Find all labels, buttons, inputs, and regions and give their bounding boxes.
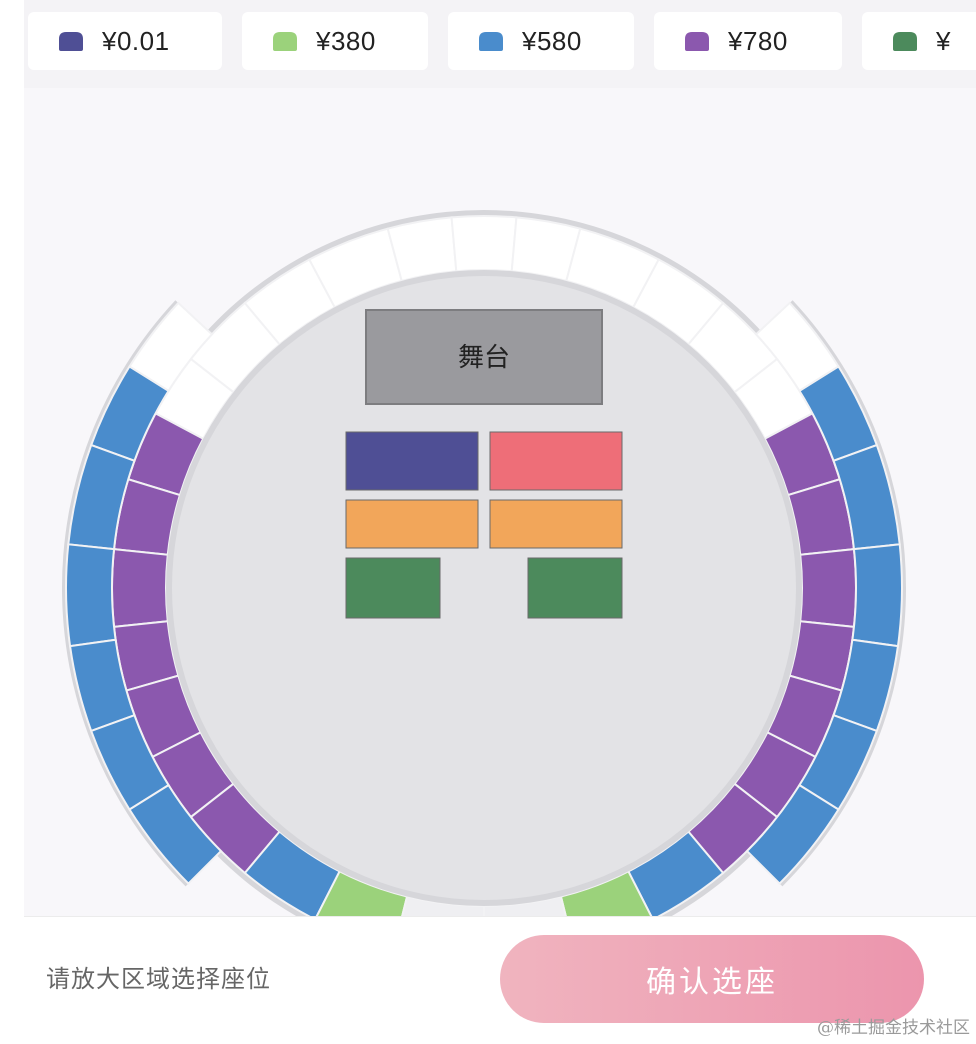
seat-icon [59, 32, 83, 51]
price-label: ¥0.01 [102, 25, 170, 56]
price-label: ¥380 [316, 25, 376, 56]
left-gutter [0, 0, 24, 1044]
price-label: ¥ [936, 25, 951, 56]
price-chip-1[interactable]: ¥380 [242, 12, 428, 70]
floor-zone-5[interactable] [527, 557, 623, 619]
seat-icon [479, 32, 503, 51]
watermark: @稀土掘金技术社区 [817, 1018, 970, 1038]
price-label: ¥780 [728, 25, 788, 56]
section-left-3[interactable] [111, 548, 169, 628]
confirm-seat-button[interactable]: 确认选座 [500, 935, 924, 1023]
floor-zone-4[interactable] [345, 557, 441, 619]
floor-zone-0[interactable] [345, 431, 479, 491]
zoom-hint: 请放大区域选择座位 [46, 966, 271, 993]
price-chip-4[interactable]: ¥ [862, 12, 976, 70]
price-chip-3[interactable]: ¥780 [654, 12, 842, 70]
seat-map-canvas[interactable]: 舞台 [24, 88, 976, 916]
stage-label: 舞台 [458, 342, 510, 372]
seat-icon [893, 32, 917, 51]
wing-left-3[interactable] [65, 543, 117, 648]
seat-icon [273, 32, 297, 51]
price-filter-bar: ¥0.01 ¥380 ¥580 ¥780 ¥ [24, 0, 976, 88]
seat-icon [685, 32, 709, 51]
wing-right-3[interactable] [851, 543, 903, 648]
price-label: ¥580 [522, 25, 582, 56]
section-right-3[interactable] [799, 548, 857, 628]
floor-zone-2[interactable] [345, 499, 479, 549]
seat-map[interactable]: 舞台 [24, 88, 976, 916]
price-chip-0[interactable]: ¥0.01 [28, 12, 222, 70]
floor-zone-3[interactable] [489, 499, 623, 549]
seat-selection-screen: ¥0.01 ¥380 ¥580 ¥780 ¥ 舞台 请放大区域选择座位 确认选座… [0, 0, 976, 1044]
price-chip-2[interactable]: ¥580 [448, 12, 634, 70]
floor-zone-1[interactable] [489, 431, 623, 491]
section-top-4[interactable] [450, 215, 518, 273]
